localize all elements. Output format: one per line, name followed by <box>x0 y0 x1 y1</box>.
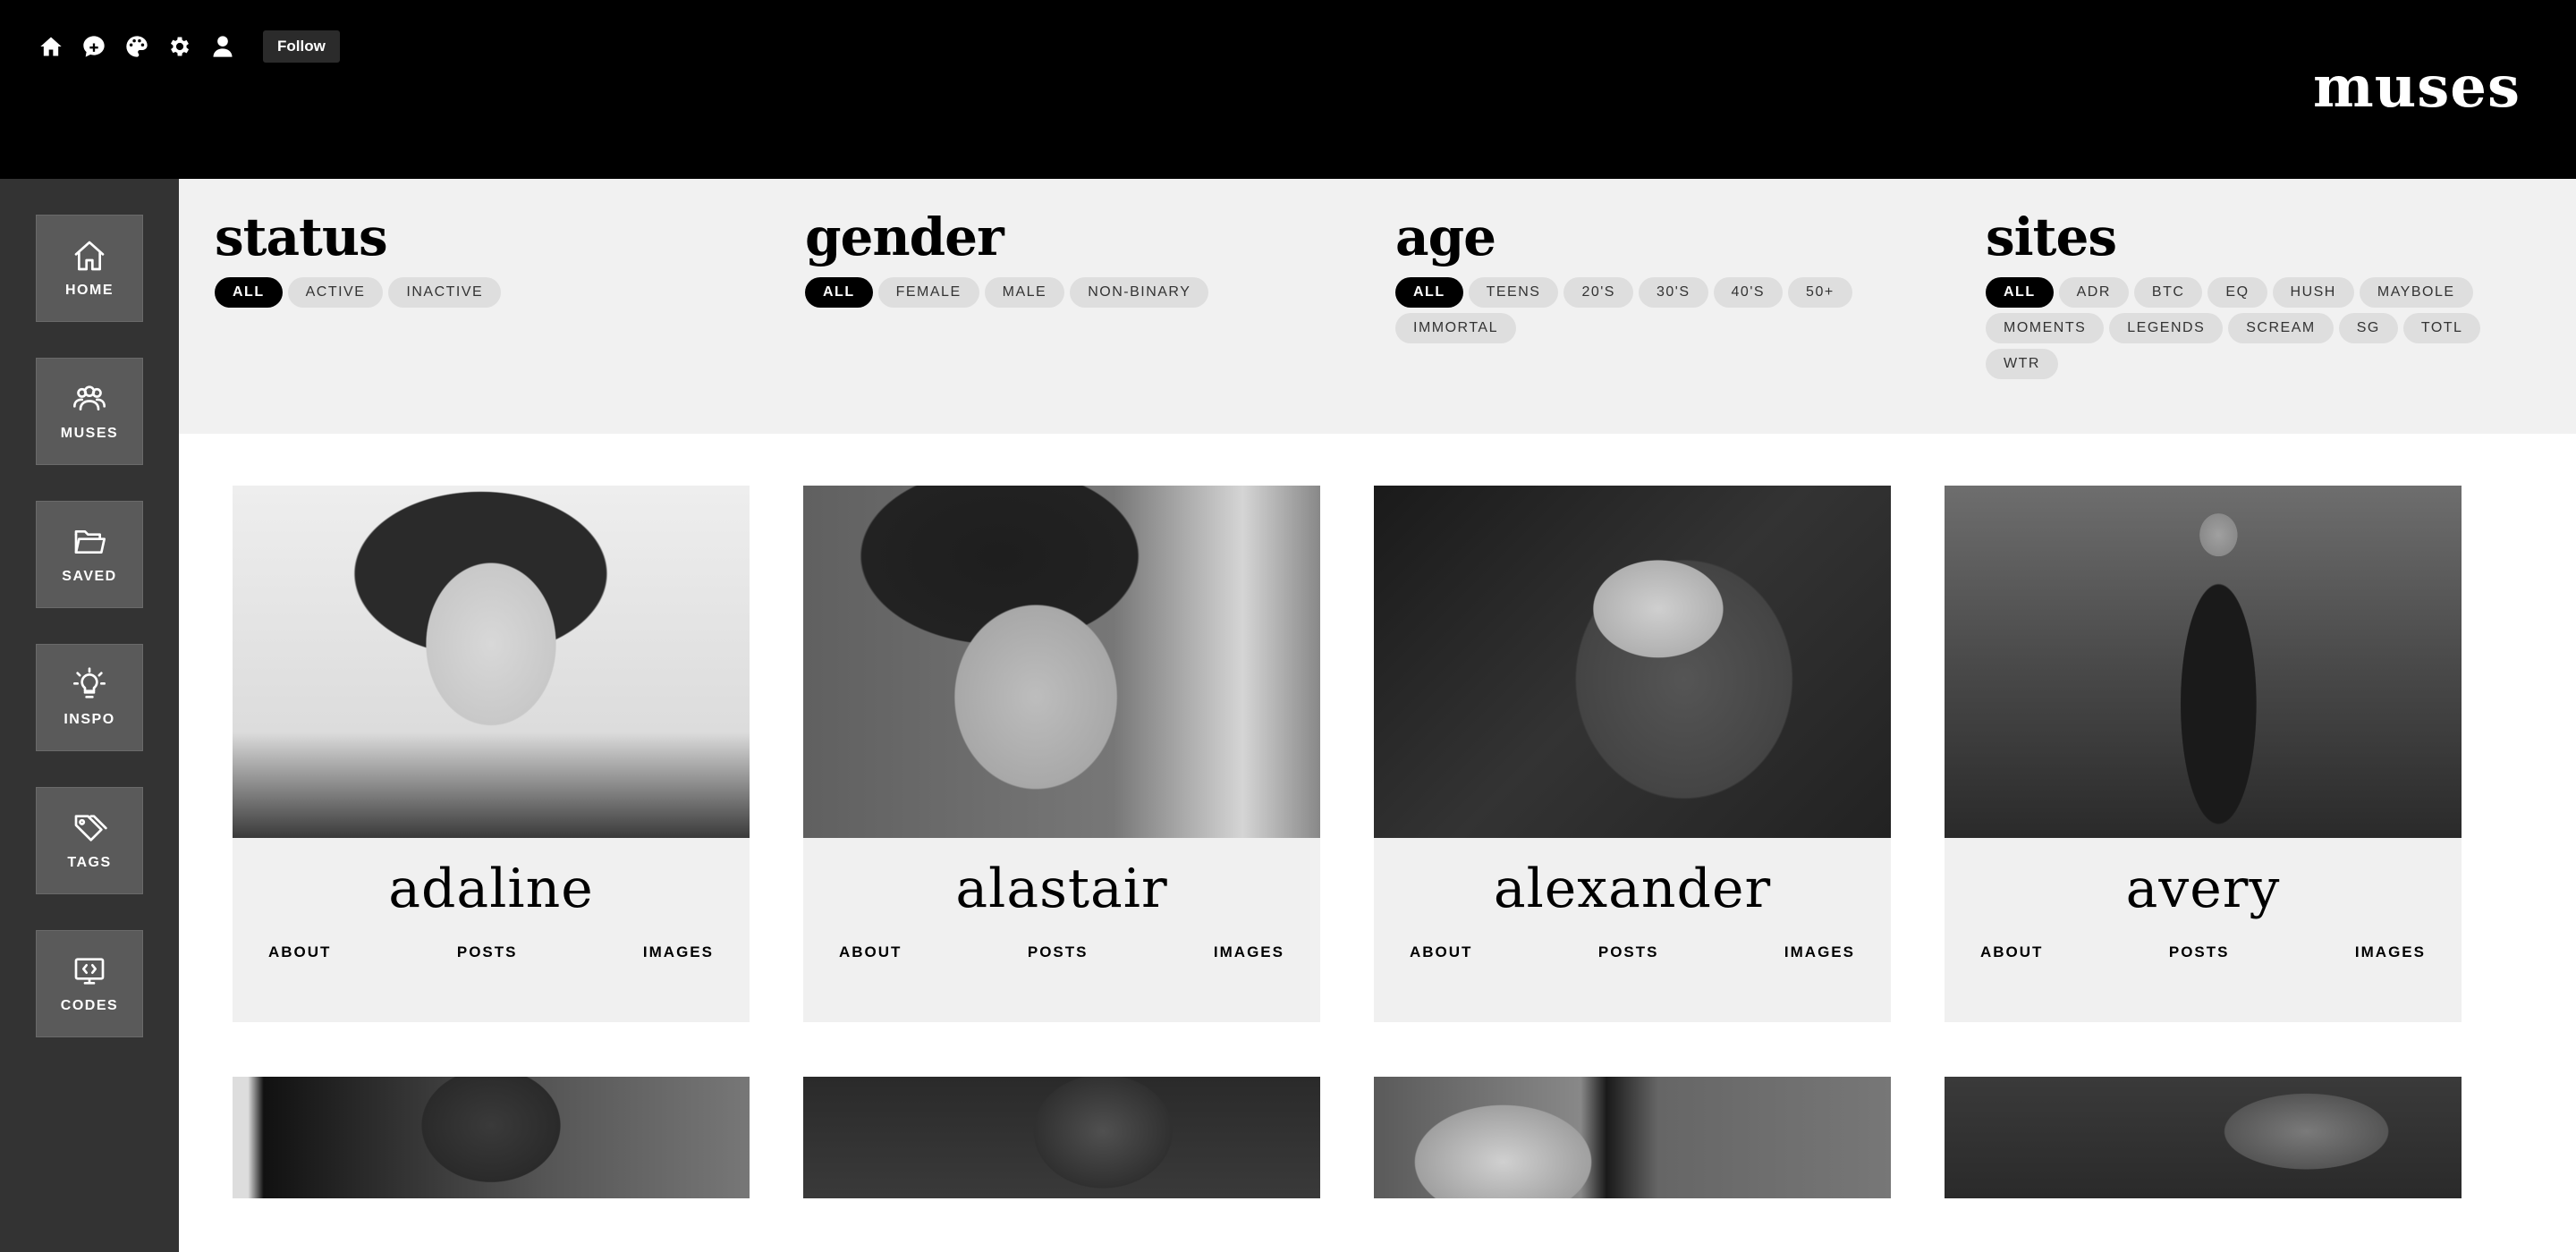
sidebar-item-label: TAGS <box>67 855 112 870</box>
muse-photo[interactable] <box>233 1077 750 1198</box>
filter-title: gender <box>805 207 1004 267</box>
filter-title: age <box>1395 207 1496 267</box>
chip-sites-hush[interactable]: HUSH <box>2272 277 2354 308</box>
chip-age-20s[interactable]: 20'S <box>1563 277 1633 308</box>
follow-button[interactable]: Follow <box>263 30 340 63</box>
muse-photo[interactable] <box>803 1077 1320 1198</box>
users-icon <box>73 385 106 410</box>
sidebar-item-label: INSPO <box>64 712 115 727</box>
home-icon <box>74 241 105 271</box>
palette-icon[interactable] <box>123 30 150 63</box>
filter-panel: status ALL ACTIVE INACTIVE gender ALL FE… <box>179 179 2576 434</box>
gear-icon[interactable] <box>166 30 193 63</box>
chip-sites-all[interactable]: ALL <box>1986 277 2054 308</box>
chip-age-30s[interactable]: 30'S <box>1638 277 1708 308</box>
about-link[interactable]: ABOUT <box>839 943 902 961</box>
chip-gender-male[interactable]: MALE <box>984 277 1065 308</box>
sidebar-item-codes[interactable]: CODES <box>36 930 143 1037</box>
chip-status-inactive[interactable]: INACTIVE <box>388 277 502 308</box>
filter-title: status <box>215 207 388 267</box>
sidebar-item-saved[interactable]: SAVED <box>36 501 143 608</box>
filter-chips: ALL FEMALE MALE NON-BINARY <box>805 277 1360 308</box>
sidebar-item-inspo[interactable]: INSPO <box>36 644 143 751</box>
muse-photo[interactable] <box>1374 1077 1891 1198</box>
about-link[interactable]: ABOUT <box>1980 943 2043 961</box>
top-header: Follow muses <box>0 0 2576 179</box>
filter-group-sites: sites ALL ADR BTC EQ HUSH MAYBOLE MOMENT… <box>1986 206 2504 379</box>
muse-photo[interactable] <box>1945 486 2462 838</box>
muse-card: adaline ABOUT POSTS IMAGES <box>233 486 750 1022</box>
muse-photo[interactable] <box>1945 1077 2462 1198</box>
images-link[interactable]: IMAGES <box>1784 943 1855 961</box>
chip-gender-female[interactable]: FEMALE <box>877 277 979 308</box>
chip-status-active[interactable]: ACTIVE <box>287 277 384 308</box>
site-title[interactable]: muses <box>2313 54 2521 121</box>
folder-icon <box>74 530 106 554</box>
posts-link[interactable]: POSTS <box>1598 943 1659 961</box>
muse-card: alastair ABOUT POSTS IMAGES <box>803 486 1320 1022</box>
images-link[interactable]: IMAGES <box>2355 943 2426 961</box>
filter-title: sites <box>1986 207 2117 267</box>
filter-group-status: status ALL ACTIVE INACTIVE <box>215 206 769 308</box>
chip-age-teens[interactable]: TEENS <box>1468 277 1559 308</box>
muse-links: ABOUT POSTS IMAGES <box>1374 943 1891 961</box>
about-link[interactable]: ABOUT <box>1410 943 1472 961</box>
images-link[interactable]: IMAGES <box>1214 943 1284 961</box>
chip-sites-btc[interactable]: BTC <box>2133 277 2203 308</box>
sidebar: HOME MUSES SAVED INSPO TAGS CODES <box>0 179 179 1252</box>
about-link[interactable]: ABOUT <box>268 943 331 961</box>
chip-gender-all[interactable]: ALL <box>805 277 873 308</box>
chip-age-all[interactable]: ALL <box>1395 277 1463 308</box>
user-icon[interactable] <box>209 30 236 63</box>
sidebar-item-label: MUSES <box>60 426 119 441</box>
chip-status-all[interactable]: ALL <box>215 277 283 308</box>
filter-group-gender: gender ALL FEMALE MALE NON-BINARY <box>805 206 1360 308</box>
chip-age-40s[interactable]: 40'S <box>1713 277 1784 308</box>
muse-card: avery ABOUT POSTS IMAGES <box>1945 486 2462 1022</box>
sidebar-item-label: CODES <box>60 998 119 1013</box>
posts-link[interactable]: POSTS <box>457 943 518 961</box>
muse-name[interactable]: alexander <box>1374 858 1891 920</box>
muse-links: ABOUT POSTS IMAGES <box>1945 943 2462 961</box>
chip-sites-adr[interactable]: ADR <box>2058 277 2129 308</box>
muse-name[interactable]: avery <box>1945 858 2462 920</box>
chip-sites-wtr[interactable]: WTR <box>1986 349 2058 379</box>
filter-chips: ALL ADR BTC EQ HUSH MAYBOLE MOMENTS LEGE… <box>1986 277 2504 379</box>
chip-sites-sg[interactable]: SG <box>2338 313 2398 343</box>
chat-plus-icon[interactable] <box>80 30 107 63</box>
sidebar-item-label: HOME <box>65 283 114 298</box>
home-icon[interactable] <box>38 30 64 63</box>
muse-links: ABOUT POSTS IMAGES <box>233 943 750 961</box>
chip-age-immortal[interactable]: IMMORTAL <box>1395 313 1516 343</box>
muse-name[interactable]: adaline <box>233 858 750 920</box>
sidebar-item-home[interactable]: HOME <box>36 215 143 322</box>
chip-age-50-plus[interactable]: 50+ <box>1788 277 1852 308</box>
muse-links: ABOUT POSTS IMAGES <box>803 943 1320 961</box>
chip-sites-totl[interactable]: TOTL <box>2402 313 2481 343</box>
images-link[interactable]: IMAGES <box>643 943 714 961</box>
muse-name[interactable]: alastair <box>803 858 1320 920</box>
filter-chips: ALL ACTIVE INACTIVE <box>215 277 769 308</box>
posts-link[interactable]: POSTS <box>1028 943 1089 961</box>
posts-link[interactable]: POSTS <box>2169 943 2230 961</box>
sidebar-item-tags[interactable]: TAGS <box>36 787 143 894</box>
muse-card: alexander ABOUT POSTS IMAGES <box>1374 486 1891 1022</box>
chip-gender-non-binary[interactable]: NON-BINARY <box>1070 277 1209 308</box>
muse-photo[interactable] <box>803 486 1320 838</box>
muse-photo[interactable] <box>233 486 750 838</box>
lightbulb-icon <box>73 667 106 698</box>
filter-chips: ALL TEENS 20'S 30'S 40'S 50+ IMMORTAL <box>1395 277 1896 343</box>
chip-sites-eq[interactable]: EQ <box>2207 277 2267 308</box>
chip-sites-moments[interactable]: MOMENTS <box>1986 313 2105 343</box>
chip-sites-maybole[interactable]: MAYBOLE <box>2359 277 2473 308</box>
chip-sites-legends[interactable]: LEGENDS <box>2109 313 2224 343</box>
muse-photo[interactable] <box>1374 486 1891 838</box>
filter-group-age: age ALL TEENS 20'S 30'S 40'S 50+ IMMORTA… <box>1395 206 1896 343</box>
code-icon <box>74 958 105 985</box>
sidebar-item-label: SAVED <box>62 569 117 584</box>
sidebar-item-muses[interactable]: MUSES <box>36 358 143 465</box>
tags-icon <box>74 815 107 842</box>
chip-sites-scream[interactable]: SCREAM <box>2228 313 2334 343</box>
top-nav: Follow <box>38 30 340 63</box>
